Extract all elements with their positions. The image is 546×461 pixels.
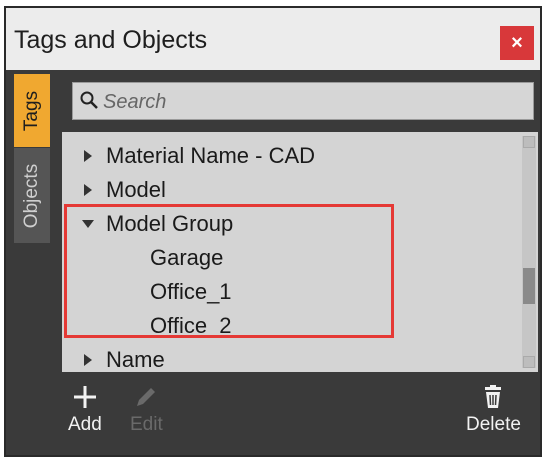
tree-item-model[interactable]: Model: [62, 174, 166, 206]
window-title: Tags and Objects: [14, 26, 208, 54]
tree-item-material-name-cad[interactable]: Material Name - CAD: [62, 140, 315, 172]
add-label: Add: [68, 414, 102, 435]
edit-button[interactable]: Edit: [130, 384, 163, 436]
edit-label: Edit: [130, 414, 163, 435]
search-input[interactable]: [101, 87, 525, 117]
expand-arrow-icon[interactable]: [74, 150, 102, 162]
expand-arrow-icon[interactable]: [74, 354, 102, 366]
delete-button[interactable]: Delete: [466, 384, 521, 436]
tags-objects-panel: Tags and Objects × Tags Objects Material…: [4, 6, 542, 457]
tree-item-model-group[interactable]: Model Group: [62, 208, 233, 240]
scroll-thumb[interactable]: [523, 268, 535, 304]
tree-item-office-1[interactable]: Office_1: [150, 276, 232, 308]
scroll-down-button[interactable]: [523, 356, 535, 368]
tab-tags[interactable]: Tags: [14, 74, 50, 147]
tree-item-label: Office_2: [150, 313, 232, 338]
collapse-arrow-icon[interactable]: [74, 220, 102, 228]
tree-item-garage[interactable]: Garage: [150, 242, 223, 274]
search-icon: [80, 91, 98, 109]
tree-item-office-2[interactable]: Office_2: [150, 310, 232, 342]
tree-item-label: Office_1: [150, 279, 232, 304]
tree-item-label: Garage: [150, 245, 224, 270]
tree-scrollbar[interactable]: [522, 136, 536, 368]
plus-icon: [73, 386, 96, 408]
delete-label: Delete: [466, 414, 521, 435]
tree-item-label: Name: [106, 347, 165, 372]
tree-item-name[interactable]: Name: [62, 344, 165, 372]
tab-tags-label: Tags: [21, 90, 43, 131]
trash-icon: [485, 385, 502, 408]
close-button[interactable]: ×: [500, 26, 534, 60]
tab-objects-label: Objects: [21, 163, 43, 228]
pencil-icon: [137, 388, 156, 406]
tree-item-label: Model Group: [106, 211, 234, 236]
tab-objects[interactable]: Objects: [14, 148, 50, 243]
tag-tree: Material Name - CAD Model Model Group Ga…: [62, 132, 538, 372]
scroll-up-button[interactable]: [523, 136, 535, 148]
tree-item-label: Model: [106, 177, 166, 202]
tree-item-label: Material Name - CAD: [106, 143, 316, 168]
add-button[interactable]: Add: [68, 384, 102, 436]
search-box: [72, 82, 534, 120]
close-icon: ×: [511, 31, 523, 54]
title-bar: Tags and Objects ×: [6, 8, 540, 70]
expand-arrow-icon[interactable]: [74, 184, 102, 196]
